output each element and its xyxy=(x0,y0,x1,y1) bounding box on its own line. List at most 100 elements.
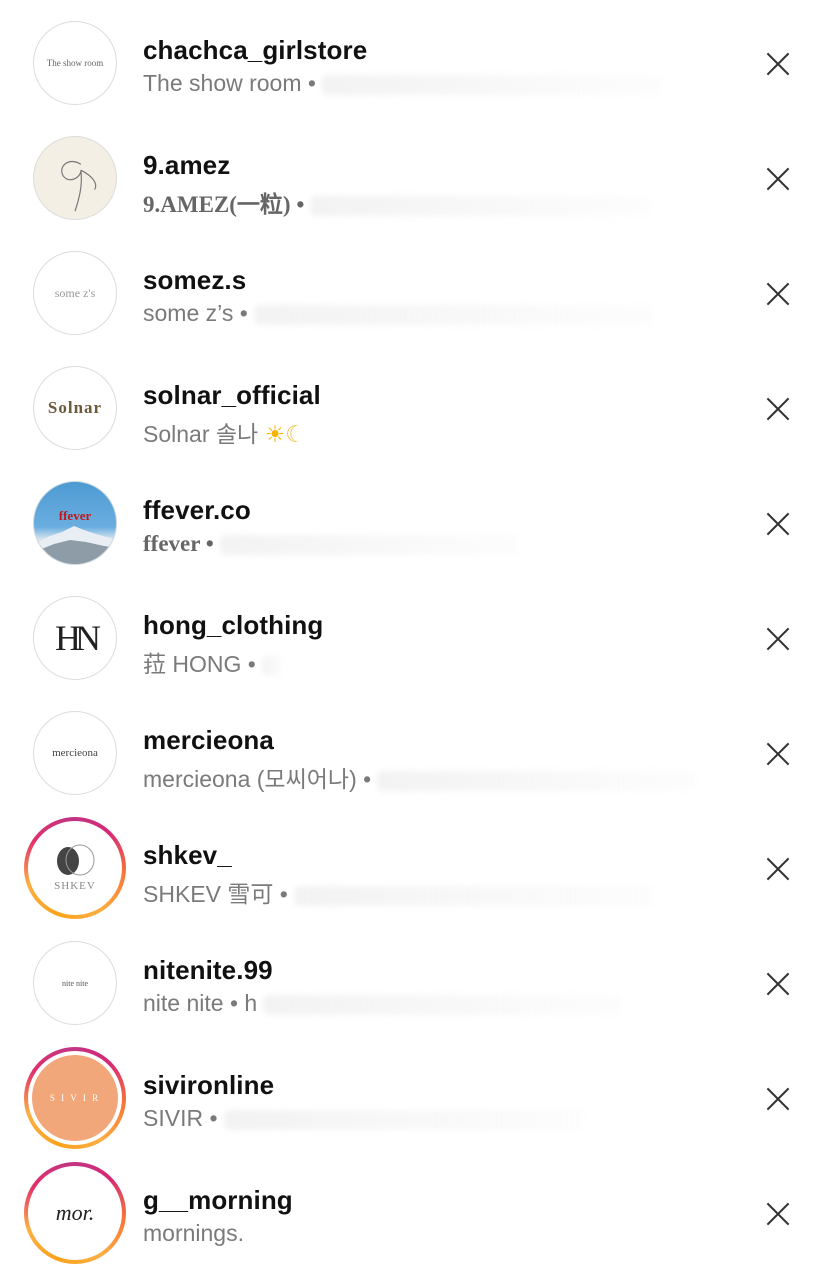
subtitle: SIVIR • xyxy=(143,1105,218,1131)
blurred-text xyxy=(223,1109,584,1130)
subtitle-line: 菈 HONG • xyxy=(143,645,282,679)
avatar-logo-text: The show room xyxy=(46,58,104,68)
close-icon[interactable] xyxy=(764,280,792,308)
subtitle: SHKEV 雪可 • xyxy=(143,881,288,907)
list-item[interactable]: The show room chachca_girlstore The show… xyxy=(0,12,822,127)
subtitle: ffever • xyxy=(143,531,214,556)
avatar[interactable]: ffever xyxy=(24,472,126,574)
avatar-logo-text: some z's xyxy=(54,285,96,300)
avatar-logo-text: SHKEV xyxy=(54,880,96,892)
blurred-text xyxy=(293,885,654,906)
close-icon[interactable] xyxy=(764,1200,792,1228)
username[interactable]: 9.amez xyxy=(143,150,230,181)
avatar[interactable]: S I V I R xyxy=(24,1047,126,1149)
list-item[interactable]: ffever ffever.co ffever • xyxy=(0,472,822,587)
list-item[interactable]: S I V I R sivironline SIVIR • xyxy=(0,1047,822,1162)
close-icon[interactable] xyxy=(764,1085,792,1113)
username[interactable]: mercieona xyxy=(143,725,274,756)
avatar-logo-text: nite nite xyxy=(62,978,88,988)
avatar-logo-text: S I V I R xyxy=(49,1093,101,1103)
close-icon[interactable] xyxy=(764,970,792,998)
subtitle: some z’s • xyxy=(143,300,248,326)
avatar-image: SHKEV xyxy=(32,825,118,911)
list-item[interactable]: Solnar solnar_official Solnar 솔나 ☀☾ xyxy=(0,357,822,472)
avatar[interactable]: SHKEV xyxy=(24,817,126,919)
nine-logo-icon xyxy=(61,160,97,212)
username[interactable]: shkev_ xyxy=(143,840,232,871)
avatar-image: nite nite xyxy=(33,941,117,1025)
avatar[interactable]: some z's xyxy=(24,242,126,344)
list-item[interactable]: SHKEV shkev_ SHKEV 雪可 • xyxy=(0,817,822,932)
username[interactable]: nitenite.99 xyxy=(143,955,273,986)
avatar-image: HN xyxy=(33,596,117,680)
shkev-logo-icon xyxy=(57,844,95,876)
subtitle-line: The show room • xyxy=(143,70,662,97)
username[interactable]: chachca_girlstore xyxy=(143,35,367,66)
avatar[interactable]: nite nite xyxy=(24,932,126,1034)
subtitle: nite nite • h xyxy=(143,990,258,1016)
subtitle: 菈 HONG • xyxy=(143,651,256,677)
avatar-image: The show room xyxy=(33,21,117,105)
blurred-text xyxy=(263,994,624,1015)
subtitle-line: SIVIR • xyxy=(143,1105,584,1132)
close-icon[interactable] xyxy=(764,50,792,78)
subtitle-line: some z’s • xyxy=(143,300,654,327)
moon-emoji: ☾ xyxy=(285,421,306,447)
avatar-image: Solnar xyxy=(33,366,117,450)
avatar[interactable]: mercieona xyxy=(24,702,126,804)
list-item[interactable]: some z's somez.s some z’s • xyxy=(0,242,822,357)
avatar[interactable]: Solnar xyxy=(24,357,126,459)
subtitle-line: nite nite • h xyxy=(143,990,624,1017)
blurred-text xyxy=(219,534,520,555)
username[interactable]: ffever.co xyxy=(143,495,251,526)
blurred-text xyxy=(310,195,651,216)
subtitle: 9.AMEZ(一粒) • xyxy=(143,192,305,217)
blurred-text xyxy=(321,74,662,95)
avatar-image: some z's xyxy=(33,251,117,335)
username[interactable]: somez.s xyxy=(143,265,246,296)
blurred-text xyxy=(261,655,282,676)
subtitle-line: 9.AMEZ(一粒) • xyxy=(143,185,651,219)
close-icon[interactable] xyxy=(764,625,792,653)
avatar[interactable] xyxy=(24,127,126,229)
subtitle: Solnar 솔나 xyxy=(143,421,259,447)
subtitle-line: ffever • xyxy=(143,530,520,557)
avatar-logo-text: ffever xyxy=(58,508,92,523)
subtitle-line: mercieona (모씨어나) • xyxy=(143,760,698,794)
avatar[interactable]: The show room xyxy=(24,12,126,114)
avatar[interactable]: mor. xyxy=(24,1162,126,1264)
list-item[interactable]: nite nite nitenite.99 nite nite • h xyxy=(0,932,822,1047)
avatar-logo-text: HN xyxy=(55,618,101,658)
avatar-image: mor. xyxy=(32,1170,118,1256)
username[interactable]: solnar_official xyxy=(143,380,321,411)
subtitle-line: Solnar 솔나 ☀☾ xyxy=(143,415,306,449)
subtitle: mornings. xyxy=(143,1220,244,1246)
list-item[interactable]: mercieona mercieona mercieona (모씨어나) • xyxy=(0,702,822,817)
close-icon[interactable] xyxy=(764,165,792,193)
close-icon[interactable] xyxy=(764,855,792,883)
username[interactable]: g__morning xyxy=(143,1185,293,1216)
avatar-image: mercieona xyxy=(33,711,117,795)
list-item[interactable]: 9.amez 9.AMEZ(一粒) • xyxy=(0,127,822,242)
close-icon[interactable] xyxy=(764,740,792,768)
avatar-logo-text: mor. xyxy=(55,1200,95,1225)
avatar-image: ffever xyxy=(33,481,117,565)
avatar-image: S I V I R xyxy=(32,1055,118,1141)
blurred-text xyxy=(377,770,698,791)
close-icon[interactable] xyxy=(764,395,792,423)
avatar[interactable]: HN xyxy=(24,587,126,689)
username[interactable]: hong_clothing xyxy=(143,610,323,641)
sun-emoji: ☀ xyxy=(264,421,286,447)
avatar-image xyxy=(33,136,117,220)
avatar-logo-text: mercieona xyxy=(52,747,98,759)
suggested-accounts-list: The show room chachca_girlstore The show… xyxy=(0,0,822,1280)
subtitle-line: mornings. xyxy=(143,1220,244,1247)
username[interactable]: sivironline xyxy=(143,1070,274,1101)
avatar-logo-text: Solnar xyxy=(47,398,103,417)
list-item[interactable]: mor. g__morning mornings. xyxy=(0,1162,822,1277)
subtitle: mercieona (모씨어나) • xyxy=(143,766,372,792)
list-item[interactable]: HN hong_clothing 菈 HONG • xyxy=(0,587,822,702)
blurred-text xyxy=(253,304,654,325)
subtitle: The show room • xyxy=(143,70,316,96)
close-icon[interactable] xyxy=(764,510,792,538)
